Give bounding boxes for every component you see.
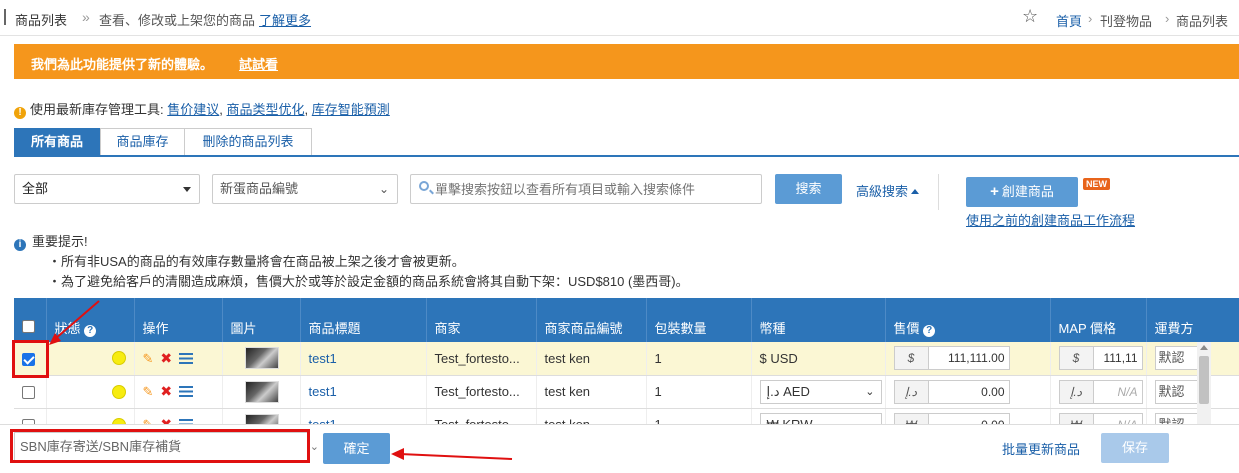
annotation-arrow-line xyxy=(54,300,100,340)
annotation-arrowhead xyxy=(391,448,404,460)
annotation-arrows xyxy=(49,300,513,460)
annotation-arrow-line xyxy=(399,453,513,460)
